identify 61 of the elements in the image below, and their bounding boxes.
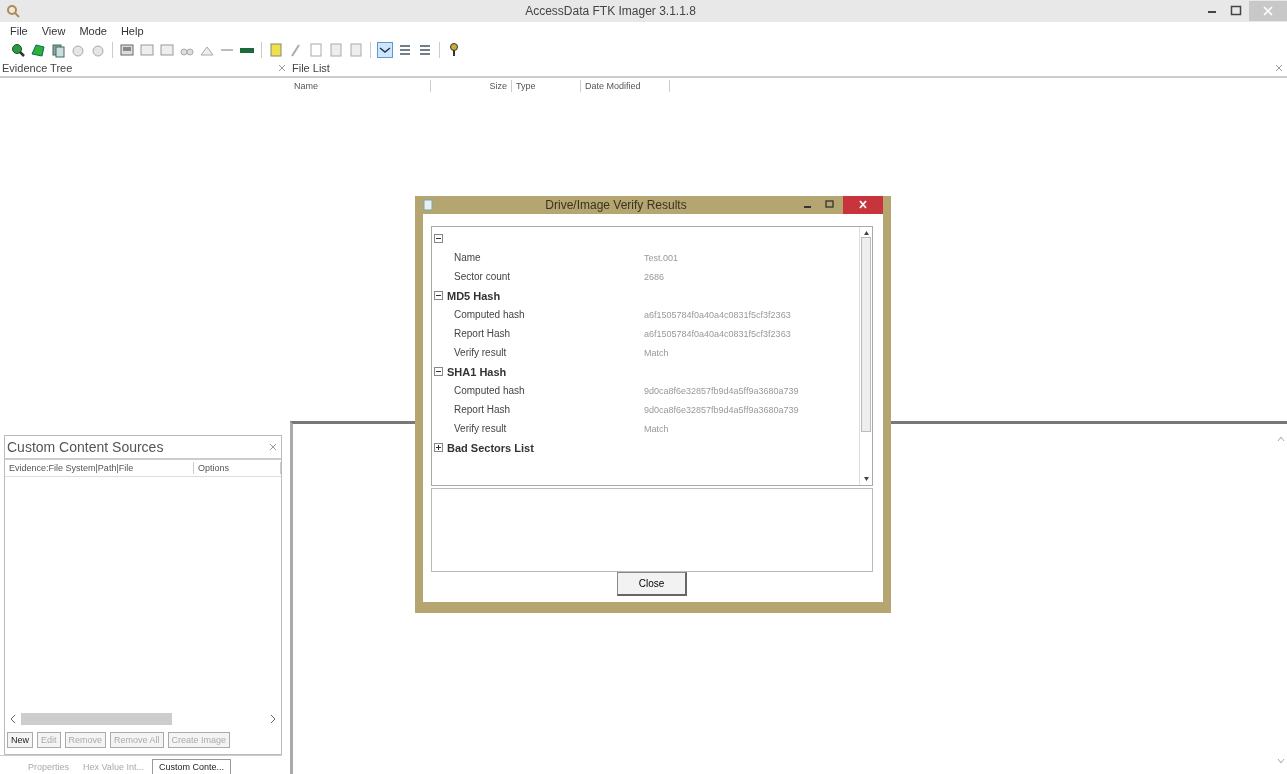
document-icon[interactable]	[50, 42, 66, 58]
column-header[interactable]: Name	[290, 80, 431, 92]
close-icon[interactable]	[843, 196, 883, 214]
panel-title: Custom Content Sources	[7, 439, 164, 455]
property-name: Verify result	[454, 347, 508, 358]
collapse-icon[interactable]	[434, 291, 443, 300]
column-header[interactable]: Evidence:File System|Path|File	[5, 462, 194, 474]
group-label: Bad Sectors List	[447, 441, 534, 454]
property-value: Match	[644, 423, 669, 434]
scrollbar-thumb[interactable]	[861, 237, 871, 433]
column-header[interactable]: Date Modified	[581, 80, 670, 92]
column-header[interactable]: Size	[431, 80, 512, 92]
column-header[interactable]: Options	[194, 462, 281, 474]
property-name: Computed hash	[454, 385, 526, 396]
group-label: SHA1 Hash	[447, 365, 507, 378]
list-icon[interactable]	[397, 42, 413, 58]
property-name: Computed hash	[454, 309, 526, 320]
scroll-right-icon[interactable]	[269, 714, 277, 724]
property-value: Test.001	[644, 252, 679, 263]
panel-title: File List	[292, 62, 330, 74]
menu-item[interactable]: View	[41, 25, 66, 37]
menu-item[interactable]: Help	[120, 25, 144, 37]
close-icon[interactable]	[278, 64, 286, 72]
collapse-icon[interactable]	[434, 367, 443, 376]
scroll-down-icon[interactable]	[861, 475, 871, 483]
panel-button[interactable]: New	[7, 732, 33, 748]
property-name: Name	[454, 252, 482, 263]
close-icon[interactable]	[1275, 64, 1283, 72]
window-title: AccessData FTK Imager 3.1.1.8	[524, 4, 697, 18]
disk-icon[interactable]	[90, 42, 106, 58]
property-name: Verify result	[454, 423, 508, 434]
property-value: 9d0ca8f6e32857fb9d4a5ff9a3680a739	[644, 404, 799, 415]
property-name: Sector count	[454, 271, 512, 282]
scroll-left-icon[interactable]	[9, 714, 17, 724]
property-value: 2686	[644, 271, 665, 282]
panel-title: Evidence Tree	[2, 62, 73, 74]
disk-icon[interactable]	[70, 42, 86, 58]
image-icon[interactable]	[119, 42, 135, 58]
notepad-icon[interactable]	[268, 42, 284, 58]
group-label: MD5 Hash	[447, 289, 501, 302]
column-header[interactable]: Type	[512, 80, 581, 92]
property-name: Report Hash	[454, 404, 512, 415]
collapse-icon[interactable]	[434, 234, 443, 243]
property-value: a6f1505784f0a40a4c0831f5cf3f2363	[644, 328, 791, 339]
menu-item[interactable]: File	[10, 25, 28, 37]
list-icon[interactable]	[417, 42, 433, 58]
dialog-icon	[423, 199, 433, 211]
menu-item[interactable]: Mode	[79, 25, 107, 37]
property-value: a6f1505784f0a40a4c0831f5cf3f2363	[644, 309, 791, 320]
expand-icon[interactable]	[434, 443, 443, 452]
view-icon[interactable]	[377, 42, 393, 58]
magnifier-icon[interactable]	[10, 42, 26, 58]
property-value: Match	[644, 347, 669, 358]
app-icon	[6, 4, 20, 18]
close-icon[interactable]	[269, 443, 277, 451]
property-name: Report Hash	[454, 328, 512, 339]
scrollbar-thumb[interactable]	[21, 713, 173, 725]
tab[interactable]: Custom Conte...	[151, 759, 231, 774]
close-button[interactable]: Close	[617, 572, 687, 596]
dialog-title: Drive/Image Verify Results	[544, 198, 688, 212]
property-value: 9d0ca8f6e32857fb9d4a5ff9a3680a739	[644, 385, 799, 396]
